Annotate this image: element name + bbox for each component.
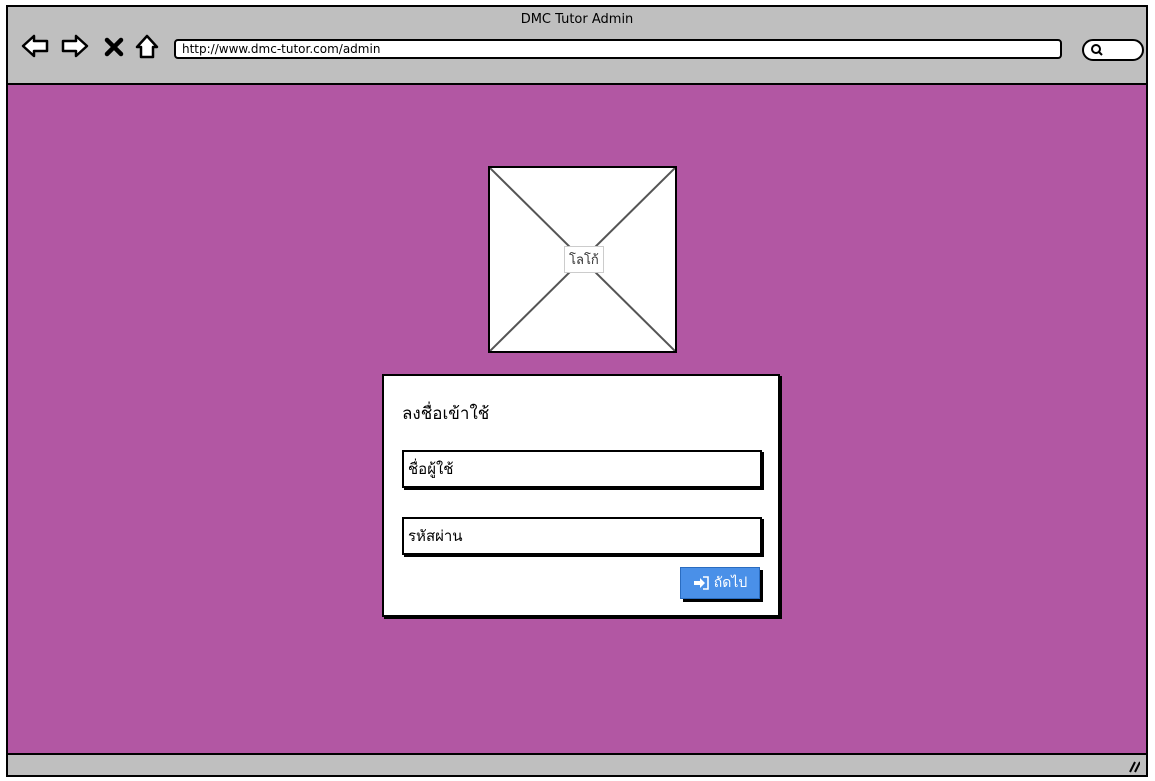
- search-button[interactable]: [1082, 39, 1144, 61]
- search-icon: [1091, 44, 1103, 56]
- url-input[interactable]: http://www.dmc-tutor.com/admin: [174, 39, 1062, 59]
- browser-titlebar: DMC Tutor Admin http://www.dmc-tutor.com…: [8, 7, 1146, 85]
- login-title: ลงชื่อเข้าใช้: [402, 404, 490, 424]
- next-button-label: ถัดไป: [713, 575, 748, 591]
- close-icon[interactable]: [102, 31, 126, 61]
- browser-window: DMC Tutor Admin http://www.dmc-tutor.com…: [6, 5, 1148, 777]
- sign-in-icon: [693, 576, 709, 590]
- status-bar: [8, 753, 1146, 775]
- logo-label: โลโก้: [564, 246, 604, 273]
- login-card: ลงชื่อเข้าใช้ ชื่อผู้ใช้ รหัสผ่าน ถัดไป: [382, 374, 780, 617]
- window-title: DMC Tutor Admin: [520, 12, 634, 27]
- back-icon[interactable]: [20, 31, 50, 61]
- password-input[interactable]: รหัสผ่าน: [402, 517, 762, 555]
- forward-icon[interactable]: [60, 31, 90, 61]
- resize-grip-icon[interactable]: [1126, 759, 1140, 773]
- page-content: โลโก้ ลงชื่อเข้าใช้ ชื่อผู้ใช้ รหัสผ่าน …: [8, 85, 1146, 753]
- home-icon[interactable]: [134, 31, 160, 61]
- next-button[interactable]: ถัดไป: [680, 567, 760, 599]
- username-input[interactable]: ชื่อผู้ใช้: [402, 450, 762, 488]
- logo-placeholder: โลโก้: [488, 166, 677, 353]
